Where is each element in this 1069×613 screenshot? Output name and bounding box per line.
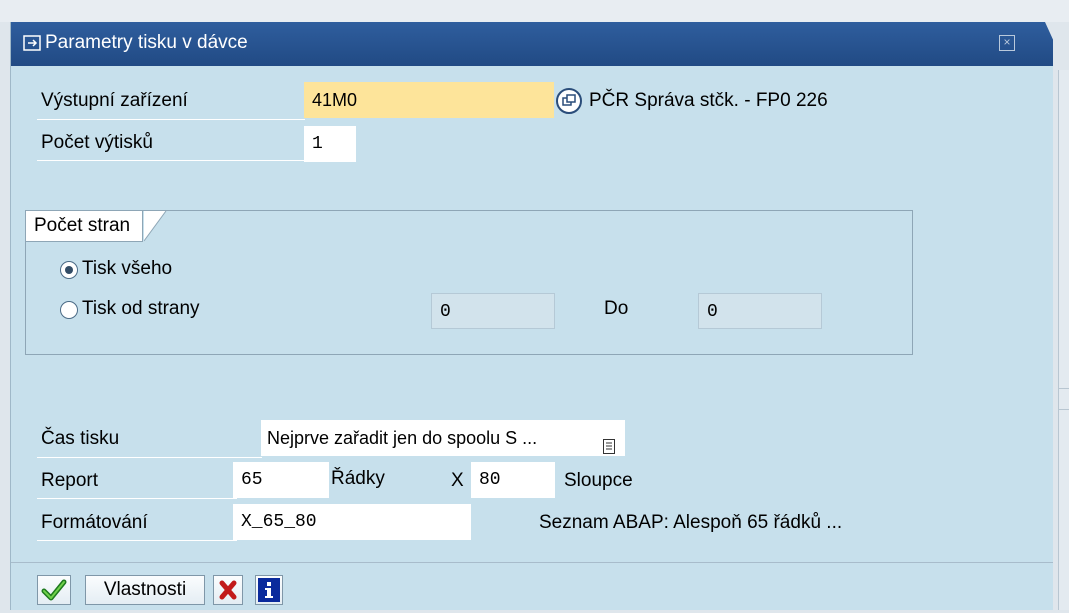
right-scrollbar[interactable] xyxy=(1058,70,1069,610)
info-icon xyxy=(258,578,280,602)
output-device-description: PČR Správa stčk. - FP0 226 xyxy=(589,90,828,111)
output-device-input[interactable]: 41M0 xyxy=(304,82,554,118)
dropdown-icon[interactable] xyxy=(603,430,615,454)
print-from-label: Tisk od strany xyxy=(82,298,200,319)
cancel-button[interactable] xyxy=(213,575,243,605)
formatting-description: Seznam ABAP: Alespoň 65 řádků ... xyxy=(539,512,843,533)
print-time-label: Čas tisku xyxy=(41,428,120,449)
print-all-radio[interactable] xyxy=(60,261,78,279)
formatting-input[interactable]: X_65_80 xyxy=(233,504,471,540)
to-label: Do xyxy=(604,298,629,319)
info-button[interactable] xyxy=(255,575,283,605)
label-underline xyxy=(37,119,305,120)
output-device-label: Výstupní zařízení xyxy=(41,90,188,111)
report-cols-input[interactable]: 80 xyxy=(471,462,555,498)
print-time-select[interactable]: Nejprve zařadit jen do spoolu S ... xyxy=(261,420,625,456)
page-count-group: Počet stran Tisk všeho Tisk od strany 0 … xyxy=(25,210,913,355)
tab-edge xyxy=(144,211,167,242)
print-all-label: Tisk všeho xyxy=(82,258,173,279)
check-icon xyxy=(41,579,67,601)
to-page-input[interactable]: 0 xyxy=(698,293,822,329)
dialog-title: Parametry tisku v dávce xyxy=(45,32,248,53)
confirm-button[interactable] xyxy=(37,575,71,605)
toolbar-separator xyxy=(11,562,1053,563)
formatting-label: Formátování xyxy=(41,512,148,533)
possible-entries-icon[interactable] xyxy=(556,88,582,114)
print-parameters-dialog: Parametry tisku v dávce × Výstupní zaříz… xyxy=(10,22,1065,610)
label-underline xyxy=(37,160,305,161)
properties-button[interactable]: Vlastnosti xyxy=(85,575,205,605)
cross-icon xyxy=(219,580,237,600)
dialog-toolbar: Vlastnosti xyxy=(11,567,1053,610)
from-page-input[interactable]: 0 xyxy=(431,293,555,329)
cols-label: Sloupce xyxy=(564,470,633,491)
x-label: X xyxy=(451,470,464,491)
dialog-titlebar: Parametry tisku v dávce × xyxy=(11,22,1065,66)
print-from-radio[interactable] xyxy=(60,301,78,319)
rows-label: Řádky xyxy=(331,468,385,489)
copies-label: Počet výtisků xyxy=(41,132,153,153)
print-time-value: Nejprve zařadit jen do spoolu S ... xyxy=(267,428,538,448)
report-label: Report xyxy=(41,470,99,491)
label-underline xyxy=(37,540,237,541)
label-underline xyxy=(37,498,237,499)
label-underline xyxy=(37,457,262,458)
background-strip xyxy=(0,0,1069,22)
report-rows-input[interactable]: 65 xyxy=(233,462,329,498)
close-button[interactable]: × xyxy=(999,35,1015,51)
scrollbar-thumb[interactable] xyxy=(1059,388,1069,410)
window-icon xyxy=(23,35,41,51)
copies-input[interactable]: 1 xyxy=(304,126,356,162)
group-title: Počet stran xyxy=(26,211,144,242)
